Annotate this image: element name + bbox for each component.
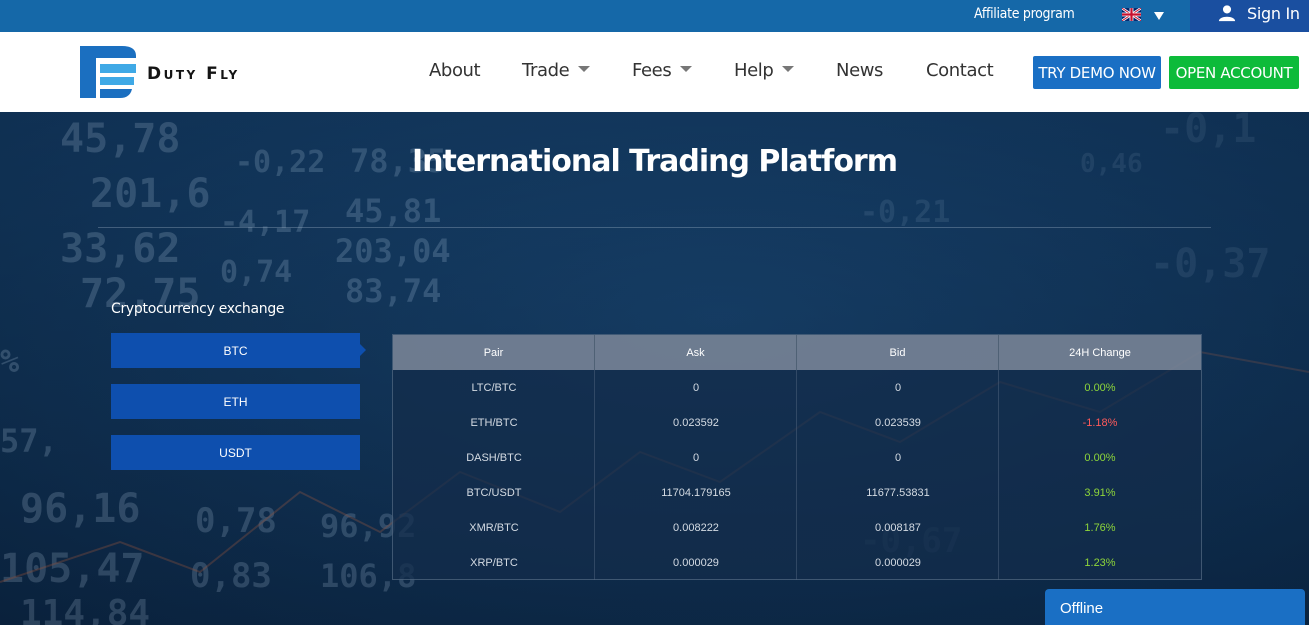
- header-ask: Ask: [595, 335, 797, 370]
- header-change: 24H Change: [1069, 346, 1131, 359]
- table-row[interactable]: XRP/BTC 0.000029 0.000029 1.23%: [393, 545, 1201, 580]
- affiliate-program-link[interactable]: Affiliate program: [974, 6, 1075, 22]
- nav-news[interactable]: News: [836, 60, 883, 81]
- cell-ask: 0: [692, 381, 700, 394]
- logo-mark-icon: [80, 46, 136, 98]
- header-bid: Bid: [797, 335, 999, 370]
- caret-down-icon: [782, 66, 795, 72]
- tab-usdt[interactable]: USDT: [111, 435, 360, 470]
- table-header: Pair Ask Bid 24H Change: [393, 335, 1201, 370]
- chat-status-label: Offline: [1060, 600, 1104, 617]
- divider: [98, 227, 1211, 228]
- chevron-down-icon: [1154, 12, 1164, 20]
- logo[interactable]: Duty Fly: [80, 46, 280, 98]
- page-title: International Trading Platform: [412, 144, 898, 179]
- header-pair: Pair: [393, 335, 595, 370]
- table-row[interactable]: BTC/USDT 11704.179165 11677.53831 3.91%: [393, 475, 1201, 510]
- table-row[interactable]: XMR/BTC 0.008222 0.008187 1.76%: [393, 510, 1201, 545]
- table-row[interactable]: ETH/BTC 0.023592 0.023539 -1.18%: [393, 405, 1201, 440]
- cell-ask: 0.008222: [673, 521, 719, 534]
- cell-ask: 0.023592: [673, 416, 719, 429]
- exchange-label: Cryptocurrency exchange: [111, 301, 285, 317]
- cell-bid: 0.000029: [875, 556, 921, 569]
- cell-bid: 0: [894, 451, 902, 464]
- caret-down-icon: [680, 66, 693, 72]
- uk-flag-icon: [1122, 8, 1141, 21]
- main-header: Duty Fly About Trade Fees Help News Cont…: [0, 32, 1309, 112]
- cell-pair: BTC/USDT: [466, 486, 522, 499]
- cell-pair: LTC/BTC: [471, 381, 517, 394]
- nav-help[interactable]: Help: [734, 60, 795, 81]
- cell-bid: 0.023539: [875, 416, 921, 429]
- cell-ask: 0: [692, 451, 700, 464]
- cell-bid: 11677.53831: [866, 486, 930, 499]
- nav-fees-label: Fees: [632, 60, 672, 81]
- cell-change: 0.00%: [1084, 381, 1116, 394]
- cell-bid: 0.008187: [875, 521, 921, 534]
- user-icon: [1218, 5, 1236, 22]
- nav-trade-label: Trade: [522, 60, 570, 81]
- logo-text: Duty Fly: [147, 64, 240, 84]
- language-selector[interactable]: [1122, 8, 1170, 24]
- try-demo-button[interactable]: TRY DEMO NOW: [1033, 56, 1161, 89]
- nav-help-label: Help: [734, 60, 774, 81]
- cell-change: 3.91%: [1084, 486, 1116, 499]
- cell-pair: XMR/BTC: [469, 521, 519, 534]
- cell-pair: ETH/BTC: [470, 416, 518, 429]
- chat-widget[interactable]: Offline: [1045, 589, 1305, 625]
- cell-bid: 0: [894, 381, 902, 394]
- table-row[interactable]: LTC/BTC 0 0 0.00%: [393, 370, 1201, 405]
- top-bar: Affiliate program Sign In: [0, 0, 1309, 32]
- cell-change: -1.18%: [1082, 416, 1118, 429]
- cell-pair: XRP/BTC: [470, 556, 518, 569]
- nav-contact[interactable]: Contact: [926, 60, 994, 81]
- open-account-button[interactable]: OPEN ACCOUNT: [1169, 56, 1299, 89]
- cell-ask: 11704.179165: [661, 486, 731, 499]
- cell-pair: DASH/BTC: [466, 451, 522, 464]
- cell-change: 1.23%: [1084, 556, 1116, 569]
- sign-in-button[interactable]: Sign In: [1190, 0, 1309, 32]
- table-row[interactable]: DASH/BTC 0 0 0.00%: [393, 440, 1201, 475]
- cell-change: 1.76%: [1084, 521, 1116, 534]
- nav-trade[interactable]: Trade: [522, 60, 591, 81]
- tab-btc[interactable]: BTC: [111, 333, 366, 368]
- hero-section: 45,78 201,6 33,62 72,75 96,16 105,47 114…: [0, 112, 1309, 625]
- nav-fees[interactable]: Fees: [632, 60, 693, 81]
- cell-change: 0.00%: [1084, 451, 1116, 464]
- nav-about[interactable]: About: [429, 60, 481, 81]
- caret-down-icon: [578, 66, 591, 72]
- market-table: Pair Ask Bid 24H Change LTC/BTC 0 0 0.00…: [392, 334, 1202, 580]
- sign-in-label: Sign In: [1247, 4, 1300, 23]
- tab-eth[interactable]: ETH: [111, 384, 360, 419]
- cell-ask: 0.000029: [673, 556, 719, 569]
